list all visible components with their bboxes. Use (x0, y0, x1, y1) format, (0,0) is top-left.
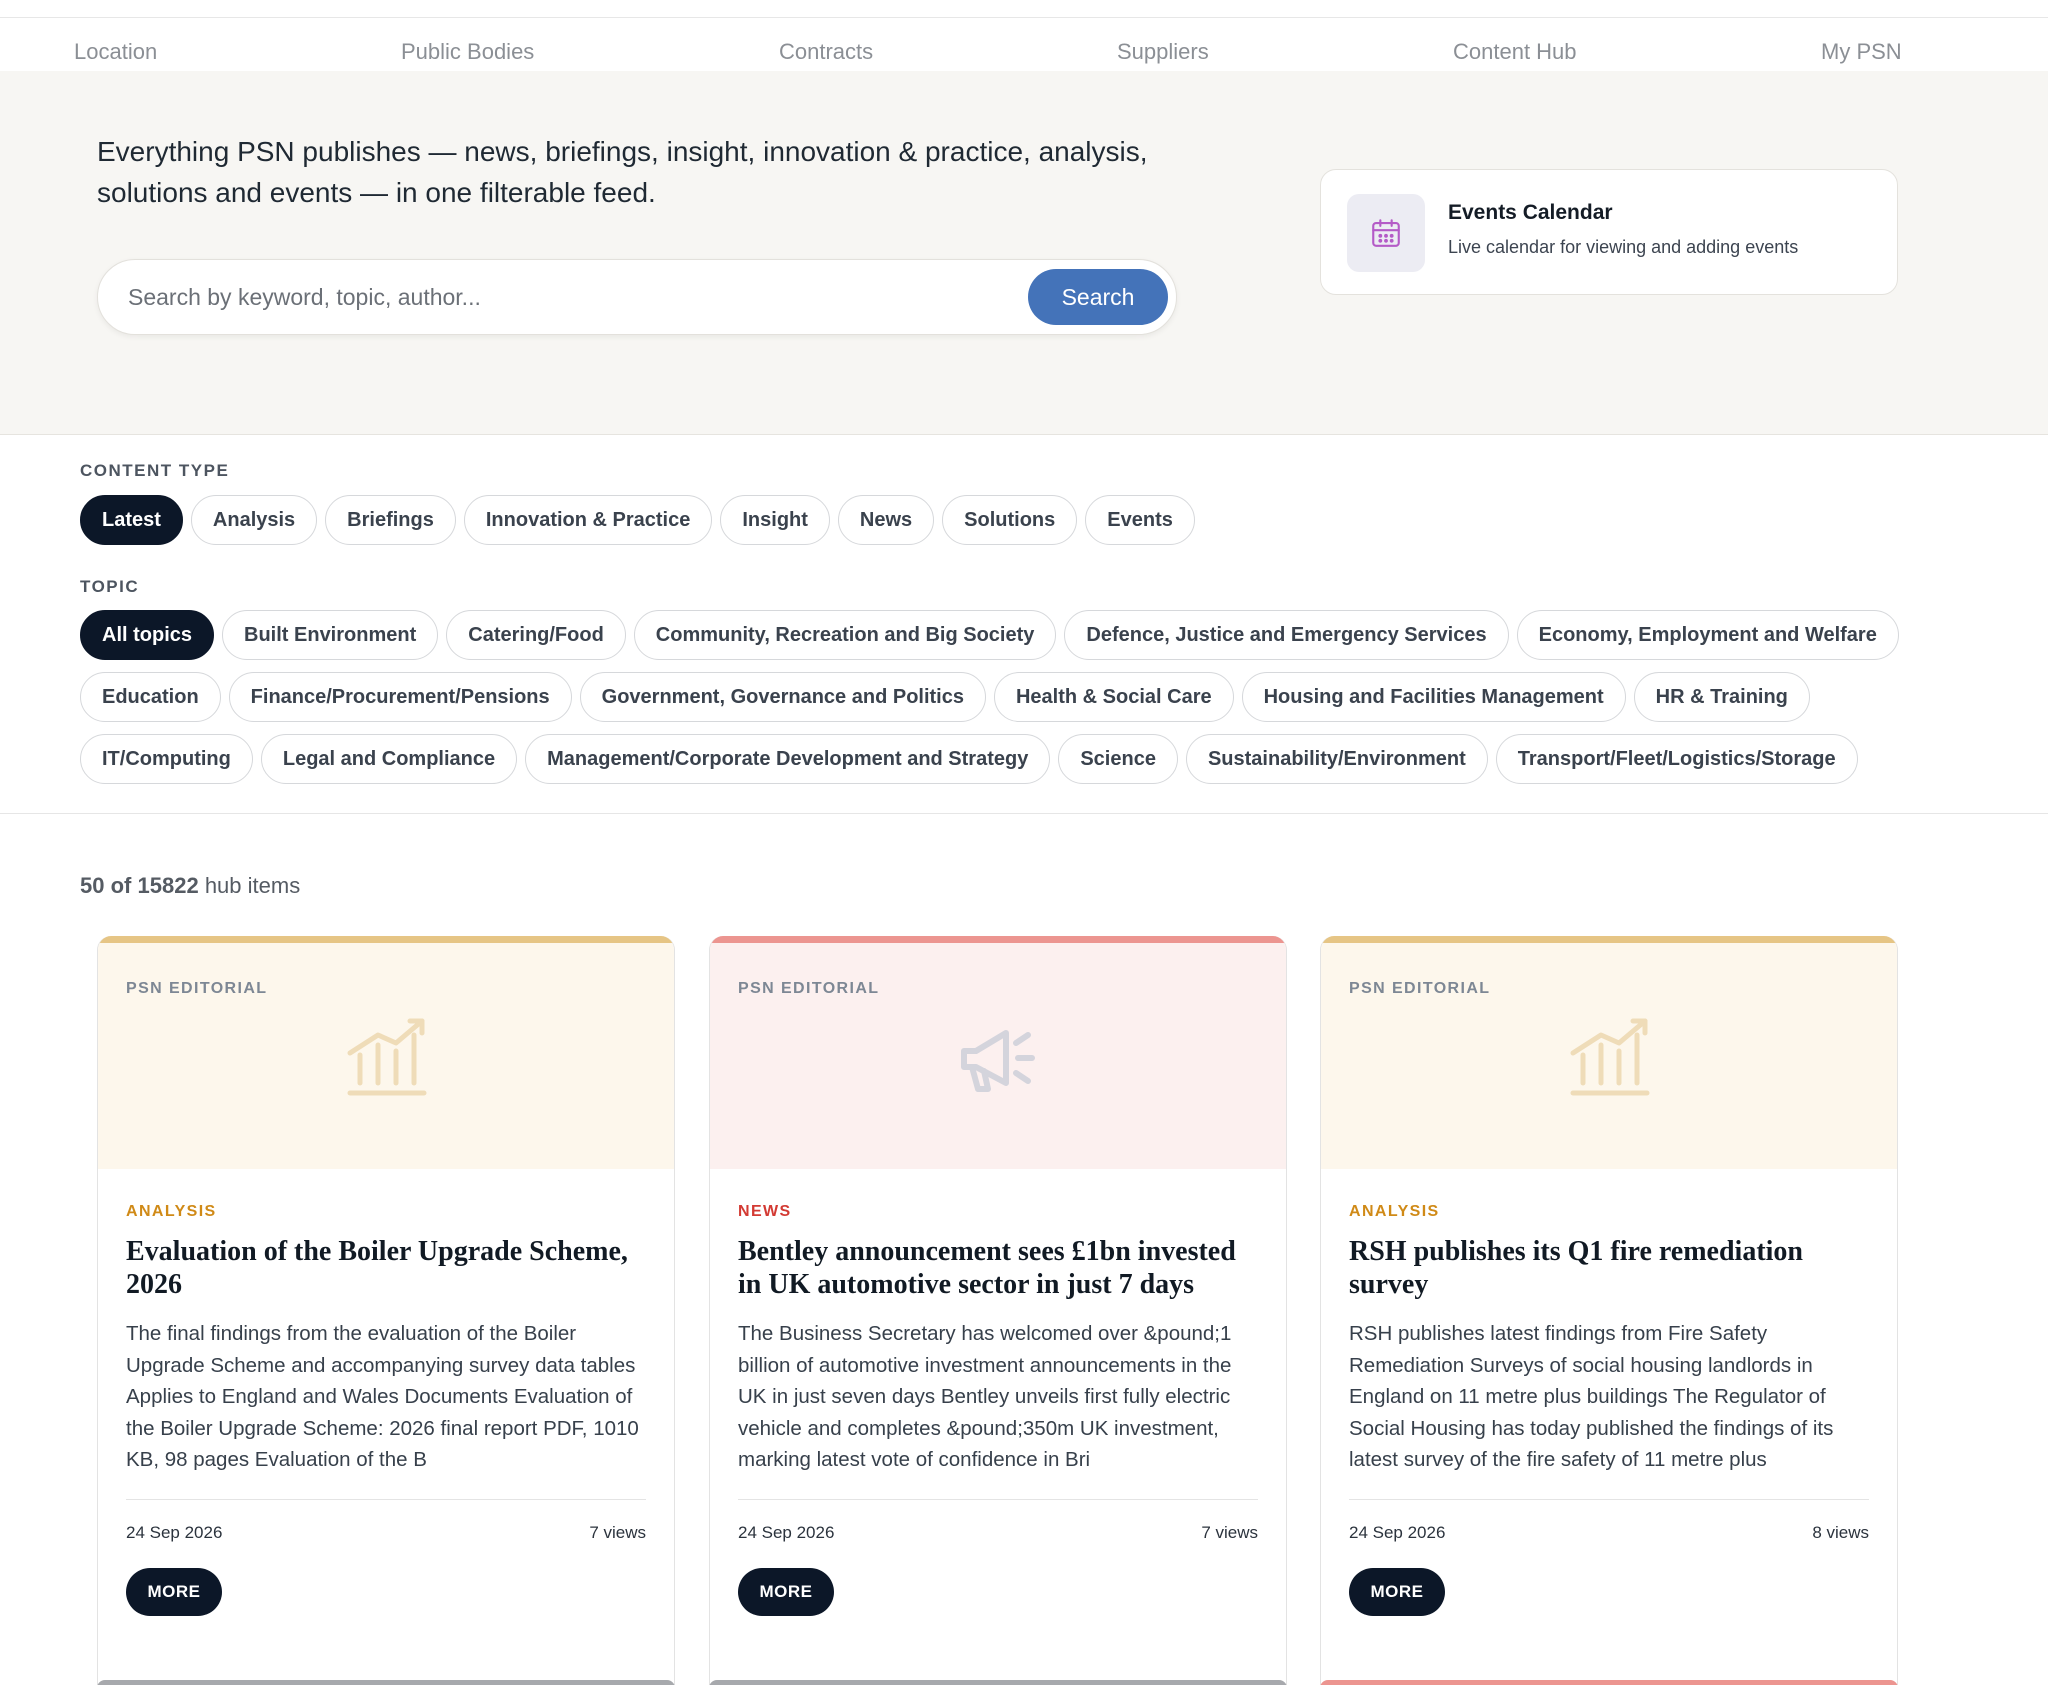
card-title[interactable]: RSH publishes its Q1 fire remediation su… (1349, 1235, 1869, 1301)
chip-news[interactable]: News (837, 495, 935, 545)
topic-label: TOPIC (80, 577, 140, 596)
card-accent-stripe (1321, 936, 1897, 943)
card-media: PSN EDITORIAL (98, 943, 674, 1169)
calendar-icon (1347, 194, 1425, 272)
card-source: PSN EDITORIAL (738, 980, 880, 997)
chip-transport[interactable]: Transport/Fleet/Logistics/Storage (1495, 734, 1858, 784)
chart-icon (1561, 1009, 1657, 1105)
content-type-label: CONTENT TYPE (80, 461, 230, 480)
chip-insight[interactable]: Insight (720, 495, 830, 545)
more-button[interactable]: MORE (1349, 1568, 1445, 1616)
topic-chips-row-3: IT/Computing Legal and Compliance Manage… (80, 734, 1858, 784)
card-divider (126, 1499, 646, 1500)
chip-sustainability[interactable]: Sustainability/Environment (1185, 734, 1488, 784)
events-calendar-title: Events Calendar (1448, 201, 1613, 224)
search-button[interactable]: Search (1028, 269, 1168, 325)
results-shown: 50 (80, 873, 105, 898)
more-button[interactable]: MORE (126, 1568, 222, 1616)
megaphone-icon (950, 1009, 1046, 1105)
chip-built-environment[interactable]: Built Environment (222, 610, 439, 660)
card-description: The Business Secretary has welcomed over… (738, 1322, 1232, 1471)
chip-finance-procurement[interactable]: Finance/Procurement/Pensions (228, 672, 572, 722)
chip-health-social-care[interactable]: Health & Social Care (993, 672, 1234, 722)
chip-events[interactable]: Events (1085, 495, 1195, 545)
results-count: 50 of 15822 hub items (80, 873, 300, 899)
chip-community[interactable]: Community, Recreation and Big Society (633, 610, 1057, 660)
chip-all-topics[interactable]: All topics (80, 610, 215, 660)
content-card[interactable]: PSN EDITORIAL ANALYSIS Evaluation of the… (97, 936, 675, 1685)
chip-education[interactable]: Education (80, 672, 221, 722)
card-divider (1349, 1499, 1869, 1500)
card-media: PSN EDITORIAL (1321, 943, 1897, 1169)
chip-defence-justice[interactable]: Defence, Justice and Emergency Services (1064, 610, 1509, 660)
hero-section: Everything PSN publishes — news, briefin… (0, 71, 2048, 435)
card-views: 7 views (1201, 1523, 1258, 1542)
content-type-chips: Latest Analysis Briefings Innovation & P… (80, 495, 1195, 545)
card-date: 24 Sep 2026 (738, 1523, 835, 1542)
card-title[interactable]: Evaluation of the Boiler Upgrade Scheme,… (126, 1235, 646, 1301)
card-source: PSN EDITORIAL (126, 980, 268, 997)
chip-it-computing[interactable]: IT/Computing (80, 734, 253, 784)
results-total: 15822 (137, 873, 199, 898)
topic-chips-row-1: All topics Built Environment Catering/Fo… (80, 610, 1899, 660)
card-title[interactable]: Bentley announcement sees £1bn invested … (738, 1235, 1258, 1301)
chip-housing[interactable]: Housing and Facilities Management (1241, 672, 1626, 722)
events-calendar-card[interactable]: Events Calendar Live calendar for viewin… (1320, 169, 1898, 295)
chip-catering-food[interactable]: Catering/Food (446, 610, 626, 660)
card-type: ANALYSIS (1349, 1203, 1440, 1220)
topic-chips-row-2: Education Finance/Procurement/Pensions G… (80, 672, 1810, 722)
card-date: 24 Sep 2026 (126, 1523, 223, 1542)
chip-innovation-practice[interactable]: Innovation & Practice (463, 495, 713, 545)
card-views: 7 views (589, 1523, 646, 1542)
chart-icon (338, 1009, 434, 1105)
card-type: ANALYSIS (126, 1203, 217, 1220)
chip-government[interactable]: Government, Governance and Politics (579, 672, 986, 722)
card-source: PSN EDITORIAL (1349, 980, 1491, 997)
chip-latest[interactable]: Latest (80, 495, 183, 545)
card-accent-stripe (710, 936, 1286, 943)
content-card[interactable]: PSN EDITORIAL NEWS Bentley announcement … (709, 936, 1287, 1685)
chip-analysis[interactable]: Analysis (190, 495, 318, 545)
next-card-stripe (1320, 1680, 1898, 1685)
card-views: 8 views (1812, 1523, 1869, 1542)
chip-economy-employment[interactable]: Economy, Employment and Welfare (1516, 610, 1899, 660)
chip-solutions[interactable]: Solutions (942, 495, 1078, 545)
card-accent-stripe (98, 936, 674, 943)
events-calendar-subtitle: Live calendar for viewing and adding eve… (1448, 237, 1799, 257)
filters-section: CONTENT TYPE Latest Analysis Briefings I… (0, 435, 2048, 814)
search-bar: Search (97, 259, 1177, 335)
chip-science[interactable]: Science (1058, 734, 1178, 784)
card-date: 24 Sep 2026 (1349, 1523, 1446, 1542)
next-card-stripe (709, 1680, 1287, 1685)
card-type: NEWS (738, 1203, 792, 1220)
card-description: The final findings from the evaluation o… (126, 1322, 639, 1471)
content-card[interactable]: PSN EDITORIAL ANALYSIS RSH publishes its… (1320, 936, 1898, 1685)
chip-hr-training[interactable]: HR & Training (1633, 672, 1810, 722)
more-button[interactable]: MORE (738, 1568, 834, 1616)
chip-management[interactable]: Management/Corporate Development and Str… (525, 734, 1051, 784)
results-of: of (110, 873, 132, 898)
card-divider (738, 1499, 1258, 1500)
chip-legal-compliance[interactable]: Legal and Compliance (260, 734, 518, 784)
results-suffix: hub items (204, 873, 301, 898)
card-media: PSN EDITORIAL (710, 943, 1286, 1169)
chip-briefings[interactable]: Briefings (325, 495, 456, 545)
card-description: RSH publishes latest findings from Fire … (1349, 1322, 1834, 1471)
hero-intro: Everything PSN publishes — news, briefin… (97, 136, 1148, 208)
next-card-stripe (97, 1680, 675, 1685)
search-input[interactable] (128, 260, 1008, 334)
